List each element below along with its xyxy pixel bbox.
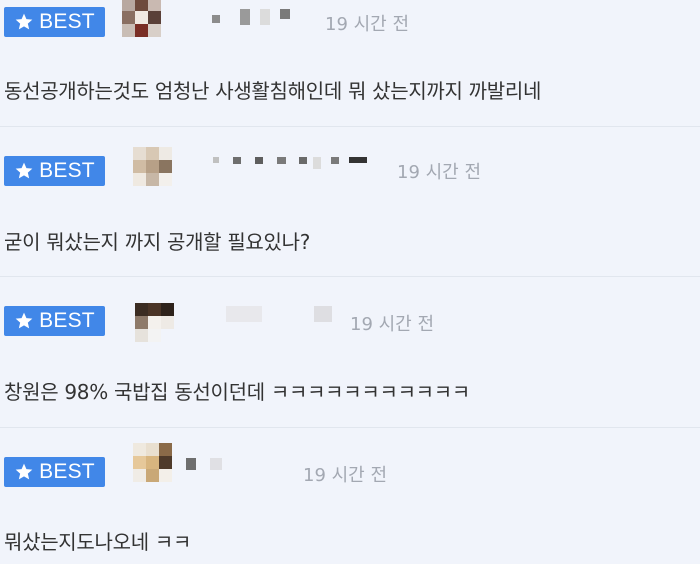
best-badge-label: BEST	[39, 460, 95, 483]
nickname-redacted[interactable]	[186, 458, 226, 474]
divider	[0, 126, 700, 127]
comment-text: 뭐샀는지도나오네 ㅋㅋ	[4, 530, 192, 554]
best-badge: BEST	[4, 7, 105, 37]
divider	[0, 427, 700, 428]
best-badge: BEST	[4, 457, 105, 487]
avatar[interactable]	[133, 443, 173, 483]
best-badge: BEST	[4, 306, 105, 336]
star-icon	[15, 13, 33, 30]
divider	[0, 276, 700, 277]
best-badge-label: BEST	[39, 309, 95, 332]
comment-time: 19 시간 전	[303, 465, 388, 486]
avatar[interactable]	[135, 303, 175, 343]
comment-time: 19 시간 전	[350, 314, 435, 335]
best-badge-label: BEST	[39, 159, 95, 182]
comment-text: 창원은 98% 국밥집 동선이던데 ㅋㅋㅋㅋㅋㅋㅋㅋㅋㅋㅋ	[4, 380, 470, 404]
star-icon	[15, 463, 33, 480]
nickname-redacted[interactable]	[226, 306, 336, 322]
avatar[interactable]	[133, 147, 173, 187]
comment-time: 19 시간 전	[325, 14, 410, 35]
nickname-redacted[interactable]	[213, 155, 373, 171]
nickname-redacted[interactable]	[212, 9, 302, 25]
best-badge-label: BEST	[39, 10, 95, 33]
comment-text: 굳이 뭐샀는지 까지 공개할 필요있나?	[4, 230, 311, 254]
star-icon	[15, 312, 33, 329]
best-badge: BEST	[4, 156, 105, 186]
comment-text: 동선공개하는것도 엄청난 사생활침해인데 뭐 샀는지까지 까발리네	[4, 79, 542, 103]
comment-time: 19 시간 전	[397, 162, 482, 183]
avatar[interactable]	[122, 0, 162, 38]
star-icon	[15, 162, 33, 179]
